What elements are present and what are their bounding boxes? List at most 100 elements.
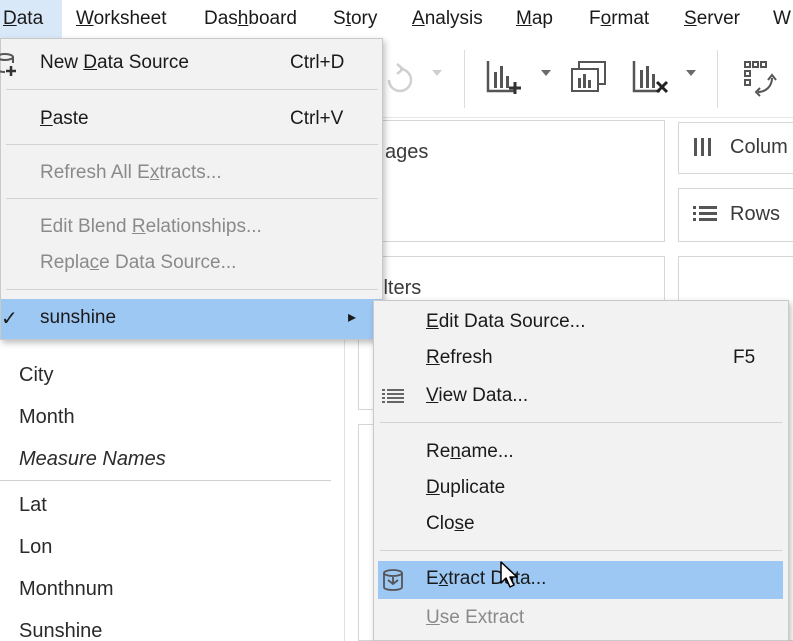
menu-dashboard-key: h	[237, 8, 249, 29]
menu-data-rest: ata	[16, 8, 44, 29]
menu-map-key: M	[516, 8, 532, 29]
menu-item-sunshine[interactable]: ✓ sunshine ▸	[1, 299, 382, 339]
close-label: Close	[426, 513, 475, 534]
field-city[interactable]: City	[19, 364, 53, 387]
check-icon: ✓	[1, 308, 18, 330]
data-menu: New Data Source Ctrl+D Paste Ctrl+V Refr…	[0, 38, 383, 340]
menu-server-rest: erver	[696, 8, 740, 29]
new-data-source-label: New Data Source	[40, 52, 189, 73]
menu-separator	[6, 144, 378, 145]
menu-analysis[interactable]: Analysis	[412, 8, 483, 30]
columns-shelf-label: Colum	[730, 136, 788, 158]
menu-dashboard[interactable]: Dashboard	[204, 8, 297, 30]
menu-worksheet[interactable]: Worksheet	[76, 8, 166, 30]
extract-data-icon	[382, 568, 408, 599]
menu-data[interactable]: Data	[0, 0, 62, 38]
toolbar-separator	[464, 50, 465, 108]
view-data-icon	[382, 388, 404, 409]
new-worksheet-icon[interactable]	[485, 58, 525, 103]
menu-item-edit-blend-relationships[interactable]: Edit Blend Relationships...	[1, 210, 382, 246]
submenu-item-refresh[interactable]: Refresh F5	[374, 342, 788, 376]
menu-dashboard-rest: board	[248, 8, 297, 29]
menu-bar: Data Worksheet Dashboard Story Analysis …	[0, 0, 793, 38]
rename-label: Rename...	[426, 441, 514, 462]
menu-worksheet-rest: orksheet	[93, 8, 167, 29]
data-pane: City Month Measure Names Lat Lon Monthnu…	[0, 340, 345, 641]
submenu-separator	[380, 550, 782, 551]
menu-analysis-rest: nalysis	[424, 8, 483, 29]
toolbar-separator-2	[717, 50, 718, 108]
toolbar	[383, 38, 793, 118]
filters-shelf-label: ilters	[379, 277, 422, 299]
clear-sheet-icon[interactable]	[631, 58, 671, 103]
pages-shelf[interactable]: ages	[358, 120, 665, 242]
clear-sheet-dropdown-icon[interactable]	[686, 70, 696, 76]
menu-item-new-data-source[interactable]: New Data Source Ctrl+D	[0, 46, 382, 83]
menu-server[interactable]: Server	[684, 8, 740, 30]
menu-separator	[6, 89, 378, 90]
menu-story-pre: S	[333, 8, 346, 29]
menu-separator	[6, 289, 378, 290]
field-month[interactable]: Month	[19, 406, 75, 429]
menu-story-rest: ory	[350, 8, 378, 29]
menu-analysis-key: A	[412, 8, 425, 29]
menu-format[interactable]: Format	[589, 8, 649, 30]
field-measure-names[interactable]: Measure Names	[19, 448, 166, 471]
replace-data-source-label: Replace Data Source...	[40, 252, 237, 273]
rows-shelf-label: Rows	[730, 203, 781, 225]
mouse-cursor-icon	[500, 561, 518, 594]
new-worksheet-dropdown-icon[interactable]	[541, 70, 551, 76]
menu-map[interactable]: Map	[516, 8, 553, 30]
field-sunshine[interactable]: Sunshine	[19, 620, 102, 641]
paste-shortcut: Ctrl+V	[290, 108, 344, 129]
view-data-label: View Data...	[426, 385, 529, 406]
menu-data-key: D	[3, 8, 17, 29]
field-monthnum[interactable]: Monthnum	[19, 578, 114, 601]
menu-item-refresh-all-extracts[interactable]: Refresh All Extracts...	[1, 156, 382, 192]
menu-window-label: W	[773, 8, 791, 29]
use-extract-label: Use Extract	[426, 607, 525, 628]
new-data-source-shortcut: Ctrl+D	[290, 52, 345, 73]
field-lat[interactable]: Lat	[19, 494, 47, 517]
submenu-item-rename[interactable]: Rename...	[374, 436, 788, 470]
refresh-shortcut: F5	[733, 347, 756, 368]
rows-icon	[693, 205, 717, 228]
menu-worksheet-key: W	[76, 8, 94, 29]
menu-format-key: o	[600, 8, 612, 29]
paste-label: Paste	[40, 108, 89, 129]
menu-item-paste[interactable]: Paste Ctrl+V	[1, 102, 382, 138]
menu-story[interactable]: Story	[333, 8, 377, 30]
sunshine-label: sunshine	[40, 307, 117, 328]
menu-format-rest: rmat	[611, 8, 650, 29]
submenu-item-extract-data[interactable]: Extract Data...	[378, 561, 783, 599]
field-lon[interactable]: Lon	[19, 536, 52, 559]
rows-shelf[interactable]: Rows	[678, 188, 793, 242]
menu-separator	[6, 198, 378, 199]
new-data-source-icon	[0, 52, 17, 83]
menu-window[interactable]: W	[773, 8, 791, 30]
refresh-label: Refresh	[426, 347, 493, 368]
submenu-separator	[380, 422, 782, 423]
submenu-item-duplicate[interactable]: Duplicate	[374, 472, 788, 506]
duplicate-sheet-icon[interactable]	[569, 58, 609, 103]
menu-format-pre: F	[589, 8, 601, 29]
edit-blend-label: Edit Blend Relationships...	[40, 216, 262, 237]
columns-icon	[693, 136, 713, 163]
menu-map-rest: ap	[531, 8, 553, 29]
extract-data-label: Extract Data...	[426, 568, 547, 589]
columns-shelf[interactable]: Colum	[678, 122, 793, 174]
menu-item-replace-data-source[interactable]: Replace Data Source...	[1, 246, 382, 282]
submenu-item-use-extract[interactable]: Use Extract	[374, 602, 788, 636]
submenu-item-edit-data-source[interactable]: Edit Data Source...	[374, 306, 788, 340]
swap-rows-columns-icon[interactable]	[742, 58, 782, 103]
duplicate-label: Duplicate	[426, 477, 506, 498]
redo-dropdown-icon[interactable]	[432, 70, 442, 76]
redo-icon[interactable]	[383, 60, 417, 101]
refresh-all-extracts-label: Refresh All Extracts...	[40, 162, 222, 183]
edit-data-source-label: Edit Data Source...	[426, 311, 586, 332]
datasource-submenu: Edit Data Source... Refresh F5 View Data…	[373, 300, 789, 641]
submenu-arrow-icon: ▸	[348, 309, 357, 326]
submenu-item-close[interactable]: Close	[374, 508, 788, 542]
submenu-item-view-data[interactable]: View Data...	[374, 380, 788, 414]
dimensions-measures-divider	[0, 480, 331, 481]
